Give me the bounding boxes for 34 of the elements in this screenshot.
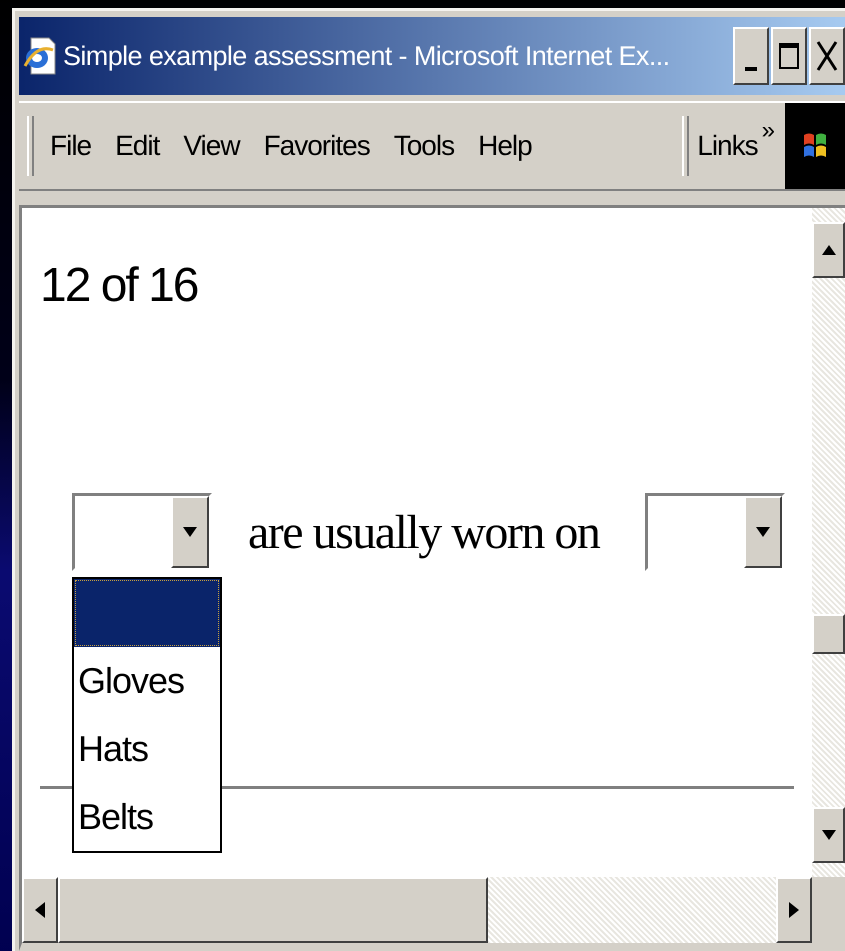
dropdown[interactable]: [72, 493, 212, 571]
vertical-scrollbar[interactable]: [812, 208, 845, 877]
dropdown-option[interactable]: Gloves: [74, 647, 220, 715]
toolbar-grip[interactable]: [682, 116, 690, 176]
menu-item[interactable]: Tools: [386, 130, 462, 162]
scroll-left-icon: [35, 902, 45, 918]
chevron-button[interactable]: »: [762, 117, 775, 145]
menu-item[interactable]: Favorites: [256, 130, 378, 162]
question-counter: 12 of 16: [40, 258, 198, 313]
scroll-thumb[interactable]: [812, 614, 845, 654]
menu-item[interactable]: Edit: [107, 130, 168, 162]
dropdown-option[interactable]: Hats: [74, 715, 220, 783]
menu-item[interactable]: View: [175, 130, 248, 162]
window-title: Simple example assessment - Microsoft Internet Ex...: [63, 40, 671, 72]
maximize-icon: [778, 41, 800, 71]
maximize-button[interactable]: [771, 27, 807, 85]
question-text: are usually worn on: [248, 504, 600, 560]
minimize-icon: [745, 67, 757, 71]
minimize-button[interactable]: [733, 27, 769, 85]
dropdown-option[interactable]: [74, 579, 220, 647]
menu-item[interactable]: File: [42, 130, 100, 162]
dropdown-option[interactable]: Belts: [74, 783, 220, 851]
close-button[interactable]: [809, 27, 845, 85]
toolbar-grip[interactable]: [27, 116, 34, 176]
browser-icon: [23, 36, 57, 76]
links-button[interactable]: Links: [697, 130, 762, 162]
scroll-right-icon: [789, 902, 799, 918]
scroll-down-icon: [822, 830, 836, 840]
menu-item[interactable]: Help: [470, 130, 540, 162]
close-icon: [816, 40, 838, 72]
scroll-up-icon: [822, 245, 836, 255]
dropdown-arrow-icon: [183, 527, 197, 537]
scroll-thumb[interactable]: [58, 877, 488, 943]
dropdown-arrow-icon: [756, 527, 770, 537]
